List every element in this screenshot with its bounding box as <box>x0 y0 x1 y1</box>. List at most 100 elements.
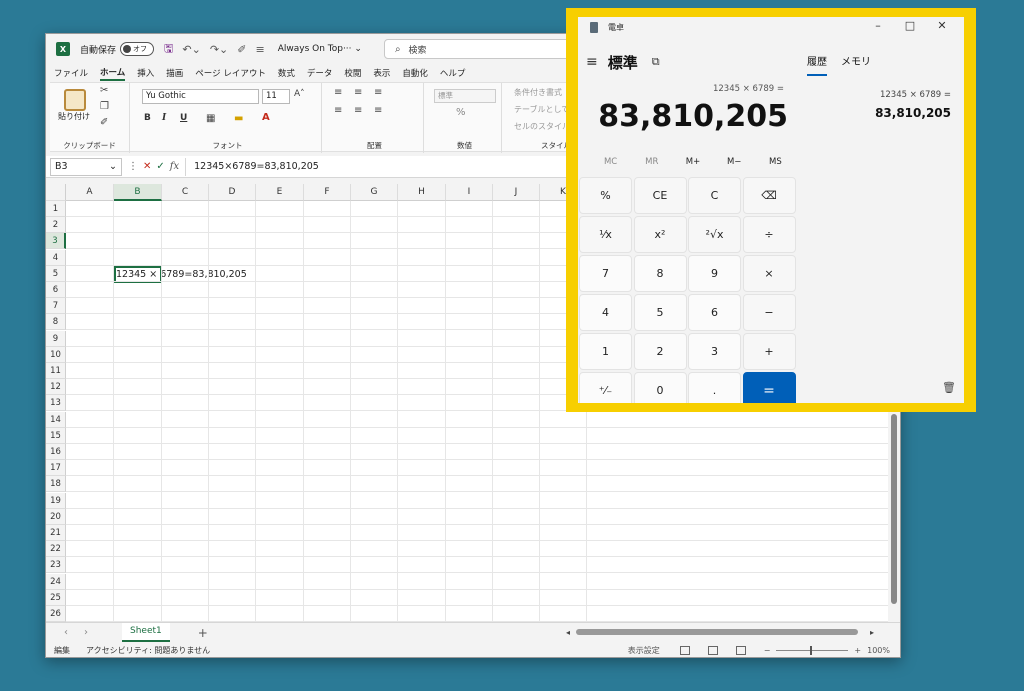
digit-2-button[interactable]: 2 <box>633 333 687 370</box>
tab-help[interactable]: ヘルプ <box>440 67 466 79</box>
select-all-corner[interactable] <box>46 184 66 201</box>
row-header-14[interactable]: 14 <box>46 411 66 428</box>
row-header-13[interactable]: 13 <box>46 395 66 412</box>
cut-icon[interactable]: ✂ <box>100 85 108 96</box>
memory-subtract-button[interactable]: M− <box>714 157 755 167</box>
zoom-level[interactable]: 100% <box>867 646 890 655</box>
close-icon[interactable]: ✕ <box>926 19 958 32</box>
row-header-20[interactable]: 20 <box>46 508 66 525</box>
tab-formulas[interactable]: 数式 <box>278 67 295 79</box>
square-button[interactable]: x² <box>633 216 687 253</box>
row-header-25[interactable]: 25 <box>46 589 66 606</box>
align-right-icon[interactable]: ≡ <box>374 105 382 116</box>
column-header-b[interactable]: B <box>114 184 162 201</box>
vertical-scrollbar[interactable] <box>888 412 900 622</box>
tab-draw[interactable]: 描画 <box>166 67 183 79</box>
tab-automate[interactable]: 自動化 <box>402 67 428 79</box>
zoom-out-icon[interactable]: − <box>764 646 771 655</box>
row-header-18[interactable]: 18 <box>46 476 66 493</box>
page-break-view-icon[interactable] <box>735 646 746 655</box>
italic-button[interactable]: I <box>162 113 166 123</box>
column-header-i[interactable]: I <box>446 184 493 201</box>
tab-memory[interactable]: メモリ <box>841 53 871 76</box>
row-header-8[interactable]: 8 <box>46 314 66 331</box>
minimize-icon[interactable]: – <box>862 19 894 32</box>
digit-0-button[interactable]: 0 <box>633 372 687 403</box>
digit-4-button[interactable]: 4 <box>579 294 632 331</box>
row-header-7[interactable]: 7 <box>46 298 66 315</box>
paste-icon[interactable] <box>64 89 86 111</box>
tab-file[interactable]: ファイル <box>54 67 88 79</box>
column-header-f[interactable]: F <box>304 184 351 201</box>
backspace-button[interactable]: ⌫ <box>742 177 796 214</box>
redo-icon[interactable]: ↷⌄ <box>210 43 228 56</box>
cell-b3[interactable]: 12345 × 6789=83,810,205 <box>116 267 247 282</box>
next-sheet-icon[interactable]: › <box>84 627 88 638</box>
column-header-g[interactable]: G <box>351 184 398 201</box>
row-header-16[interactable]: 16 <box>46 444 66 460</box>
row-header-24[interactable]: 24 <box>46 573 66 590</box>
tab-review[interactable]: 校閲 <box>344 67 361 79</box>
prev-sheet-icon[interactable]: ‹ <box>64 627 68 638</box>
negate-button[interactable]: ⁺⁄₋ <box>579 372 632 403</box>
row-header-6[interactable]: 6 <box>46 282 66 298</box>
tab-view[interactable]: 表示 <box>373 67 390 79</box>
square-root-button[interactable]: ²√x <box>688 216 741 253</box>
customize-qat-icon[interactable]: ≡ <box>255 43 264 56</box>
column-header-j[interactable]: J <box>493 184 540 201</box>
scroll-left-icon[interactable]: ◂ <box>566 628 570 637</box>
borders-icon[interactable]: ▦ <box>206 113 215 124</box>
column-header-e[interactable]: E <box>256 184 304 201</box>
save-icon[interactable]: 🖫 <box>164 40 173 59</box>
scroll-right-icon[interactable]: ▸ <box>870 628 874 637</box>
zoom-slider[interactable] <box>776 646 849 655</box>
row-header-26[interactable]: 26 <box>46 606 66 622</box>
align-top-icon[interactable]: ≡ <box>334 87 342 98</box>
document-title[interactable]: Always On Top··· ⌄ <box>278 44 362 54</box>
column-header-a[interactable]: A <box>66 184 114 201</box>
align-middle-icon[interactable]: ≡ <box>354 87 362 98</box>
row-header-11[interactable]: 11 <box>46 363 66 379</box>
copy-icon[interactable]: ❐ <box>100 101 109 112</box>
clear-entry-button[interactable]: CE <box>633 177 687 214</box>
row-header-1[interactable]: 1 <box>46 201 66 217</box>
zoom-in-icon[interactable]: + <box>854 646 861 655</box>
undo-icon[interactable]: ↶⌄ <box>182 43 200 56</box>
digit-8-button[interactable]: 8 <box>633 255 687 292</box>
clear-button[interactable]: C <box>688 177 741 214</box>
digit-6-button[interactable]: 6 <box>688 294 741 331</box>
tab-insert[interactable]: 挿入 <box>137 67 154 79</box>
font-size-select[interactable]: 11 <box>262 89 290 104</box>
decimal-button[interactable]: . <box>688 372 741 403</box>
row-header-19[interactable]: 19 <box>46 492 66 509</box>
reciprocal-button[interactable]: ¹⁄x <box>579 216 632 253</box>
accessibility-status[interactable]: アクセシビリティ: 問題ありません <box>86 645 210 656</box>
row-header-3[interactable]: 3 <box>46 233 66 250</box>
insert-function-icon[interactable]: fx <box>170 161 179 172</box>
digit-5-button[interactable]: 5 <box>633 294 687 331</box>
horizontal-scrollbar[interactable]: ◂ ▸ <box>566 628 881 637</box>
page-layout-view-icon[interactable] <box>707 646 718 655</box>
row-header-2[interactable]: 2 <box>46 217 66 234</box>
search-box[interactable]: ⌕ 検索 <box>383 39 574 59</box>
digit-3-button[interactable]: 3 <box>688 333 741 370</box>
tab-page-layout[interactable]: ページ レイアウト <box>195 67 266 79</box>
name-box[interactable]: B3 ⌄ <box>50 157 122 176</box>
underline-button[interactable]: U <box>180 113 187 123</box>
memory-clear-button[interactable]: MC <box>590 157 631 167</box>
digit-1-button[interactable]: 1 <box>579 333 632 370</box>
column-header-c[interactable]: C <box>162 184 209 201</box>
row-header-21[interactable]: 21 <box>46 525 66 541</box>
format-painter-icon[interactable]: ✐ <box>100 117 108 128</box>
display-settings[interactable]: 表示設定 <box>628 645 660 656</box>
memory-store-button[interactable]: MS <box>755 157 796 167</box>
column-header-h[interactable]: H <box>398 184 446 201</box>
equals-button[interactable]: = <box>742 372 796 403</box>
digit-9-button[interactable]: 9 <box>688 255 741 292</box>
memory-add-button[interactable]: M+ <box>672 157 713 167</box>
row-header-5[interactable]: 5 <box>46 265 66 282</box>
fill-color-icon[interactable]: ▬ <box>234 113 243 124</box>
brush-icon[interactable]: ✐ <box>237 43 246 56</box>
memory-recall-button[interactable]: MR <box>631 157 672 167</box>
sheet-tab-sheet1[interactable]: Sheet1 <box>122 623 170 642</box>
